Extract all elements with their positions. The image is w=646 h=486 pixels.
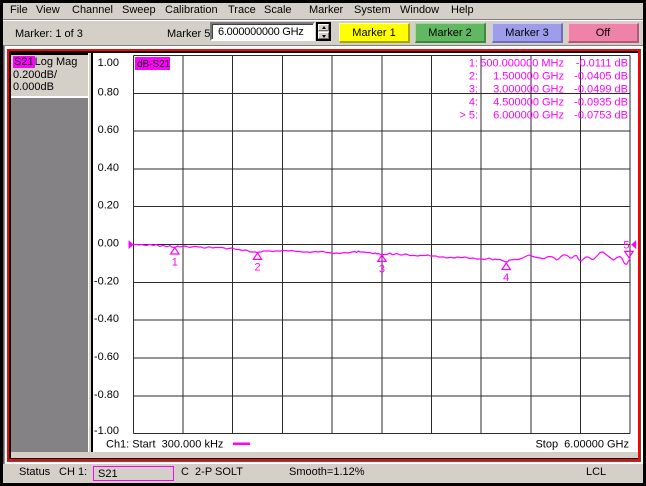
svg-text:2: 2 [254, 262, 260, 274]
svg-text:0.80: 0.80 [98, 86, 119, 98]
svg-text:3.000000 GHz: 3.000000 GHz [493, 84, 564, 96]
svg-text:4.500000 GHz: 4.500000 GHz [493, 97, 564, 109]
svg-text:1: 1 [172, 256, 178, 268]
svg-text:1.500000 GHz: 1.500000 GHz [493, 71, 564, 83]
svg-text:-0.0935 dB: -0.0935 dB [574, 97, 628, 109]
svg-text:5: 5 [623, 240, 629, 252]
svg-text:-0.80: -0.80 [94, 389, 119, 401]
svg-text:-0.0111 dB: -0.0111 dB [576, 58, 628, 70]
svg-text:-0.40: -0.40 [94, 313, 119, 325]
svg-text:0.00: 0.00 [98, 238, 119, 250]
svg-text:500.000000 MHz: 500.000000 MHz [480, 58, 564, 70]
svg-text:Ch1: Start 300.000 kHz: Ch1: Start 300.000 kHz [106, 439, 223, 451]
svg-text:dB-S21: dB-S21 [137, 59, 171, 70]
svg-text:0.40: 0.40 [98, 162, 119, 174]
svg-text:1:: 1: [469, 58, 478, 70]
svg-text:-0.20: -0.20 [94, 275, 119, 287]
svg-text:0.60: 0.60 [98, 124, 119, 136]
svg-text:> 5:: > 5: [459, 110, 478, 122]
svg-text:6.000000 GHz: 6.000000 GHz [493, 110, 564, 122]
svg-text:Stop 6.00000 GHz: Stop 6.00000 GHz [535, 439, 629, 451]
svg-text:-0.0753 dB: -0.0753 dB [574, 110, 628, 122]
svg-text:4:: 4: [469, 97, 478, 109]
svg-text:-0.0405 dB: -0.0405 dB [574, 71, 628, 83]
svg-text:-0.60: -0.60 [94, 351, 119, 363]
svg-text:4: 4 [503, 272, 509, 284]
svg-text:2:: 2: [469, 71, 478, 83]
svg-text:3: 3 [379, 264, 385, 276]
svg-text:-0.0499 dB: -0.0499 dB [574, 84, 628, 96]
svg-text:3:: 3: [469, 84, 478, 96]
svg-text:1.00: 1.00 [98, 57, 119, 69]
svg-text:-1.00: -1.00 [94, 425, 119, 437]
svg-text:0.20: 0.20 [98, 200, 119, 212]
